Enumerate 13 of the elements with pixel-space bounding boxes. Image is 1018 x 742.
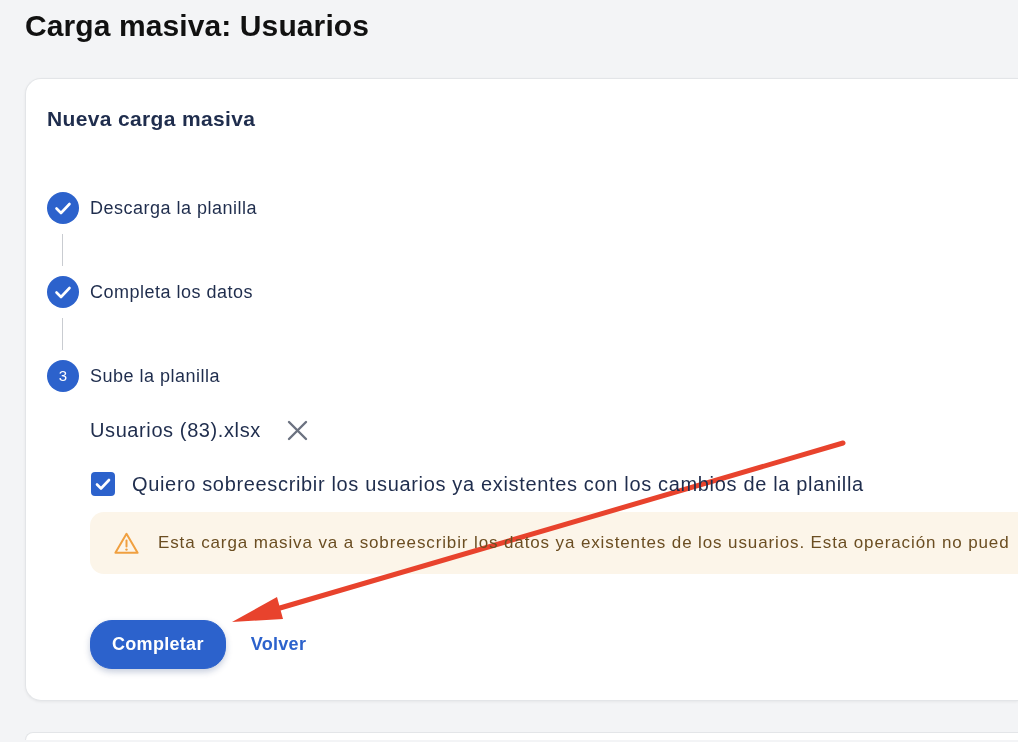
card-title: Nueva carga masiva [47, 106, 257, 132]
page-title: Carga masiva: Usuarios [25, 8, 371, 44]
step-number: 3 [47, 360, 79, 392]
remove-file-button[interactable] [286, 419, 308, 441]
complete-button[interactable]: Completar [90, 620, 226, 669]
file-name: Usuarios (83).xlsx [90, 418, 261, 443]
warning-icon [114, 532, 139, 554]
close-icon [286, 419, 308, 441]
back-link[interactable]: Volver [250, 631, 307, 658]
step-label: Sube la planilla [90, 364, 221, 388]
checkbox[interactable] [91, 472, 115, 496]
step-label: Descarga la planilla [90, 196, 258, 220]
step-label: Completa los datos [90, 280, 254, 304]
